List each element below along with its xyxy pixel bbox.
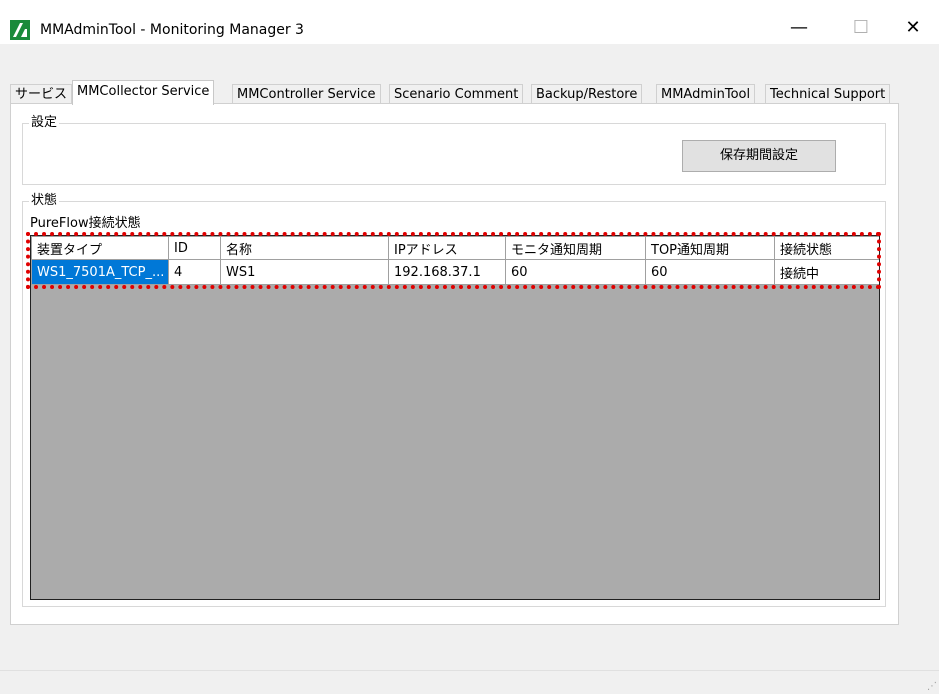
- column-header-monitor-interval[interactable]: モニタ通知周期: [505, 236, 646, 260]
- connection-table: 装置タイプ ID 名称 IPアドレス モニタ通知周期 TOP通知周期 接続状態 …: [31, 236, 879, 285]
- app-window: MMAdminTool - Monitoring Manager 3 — ☐ ✕…: [0, 0, 939, 694]
- column-header-name[interactable]: 名称: [220, 236, 389, 260]
- cell-connection-status[interactable]: 接続中: [774, 259, 879, 285]
- column-header-device-type[interactable]: 装置タイプ: [31, 236, 169, 260]
- cell-name[interactable]: WS1: [220, 259, 389, 285]
- table-header-row: 装置タイプ ID 名称 IPアドレス モニタ通知周期 TOP通知周期 接続状態: [31, 236, 879, 260]
- status-group-title: 状態: [29, 193, 60, 209]
- cell-monitor-interval[interactable]: 60: [505, 259, 646, 285]
- column-header-ip-address[interactable]: IPアドレス: [388, 236, 506, 260]
- title-bar[interactable]: MMAdminTool - Monitoring Manager 3 — ☐ ✕: [0, 0, 939, 44]
- tab-mmcontroller-service[interactable]: MMController Service: [232, 84, 381, 105]
- column-header-id[interactable]: ID: [168, 236, 221, 260]
- tab-services[interactable]: サービス: [10, 84, 73, 105]
- tab-strip: サービス MMCollector Service MMController Se…: [0, 80, 939, 105]
- cell-id[interactable]: 4: [168, 259, 221, 285]
- resize-grip-icon[interactable]: ⋰: [927, 681, 937, 692]
- tab-technical-support[interactable]: Technical Support: [765, 84, 891, 105]
- connection-status-grid[interactable]: 装置タイプ ID 名称 IPアドレス モニタ通知周期 TOP通知周期 接続状態 …: [30, 235, 880, 600]
- cell-ip-address[interactable]: 192.168.37.1: [388, 259, 506, 285]
- retention-period-button[interactable]: 保存期間設定: [682, 140, 836, 172]
- table-row[interactable]: WS1_7501A_TCP_... 4 WS1 192.168.37.1 60 …: [31, 259, 879, 285]
- column-header-connection-status[interactable]: 接続状態: [774, 236, 879, 260]
- tab-mmadmintool[interactable]: MMAdminTool: [656, 84, 756, 105]
- status-bar: ⋰: [0, 670, 939, 694]
- tab-mmcollector-service[interactable]: MMCollector Service: [72, 80, 215, 105]
- cell-device-type[interactable]: WS1_7501A_TCP_...: [31, 259, 169, 285]
- close-button[interactable]: ✕: [890, 12, 936, 44]
- window-title: MMAdminTool - Monitoring Manager 3: [40, 22, 304, 38]
- tab-scenario-comment[interactable]: Scenario Comment: [389, 84, 524, 105]
- maximize-button[interactable]: ☐: [838, 12, 884, 44]
- pureflow-status-label: PureFlow接続状態: [30, 216, 141, 231]
- settings-group-title: 設定: [29, 115, 60, 131]
- tab-backup-restore[interactable]: Backup/Restore: [531, 84, 643, 105]
- column-header-top-interval[interactable]: TOP通知周期: [645, 236, 775, 260]
- minimize-button[interactable]: —: [776, 12, 822, 44]
- app-logo-icon: [10, 20, 30, 40]
- cell-top-interval[interactable]: 60: [645, 259, 775, 285]
